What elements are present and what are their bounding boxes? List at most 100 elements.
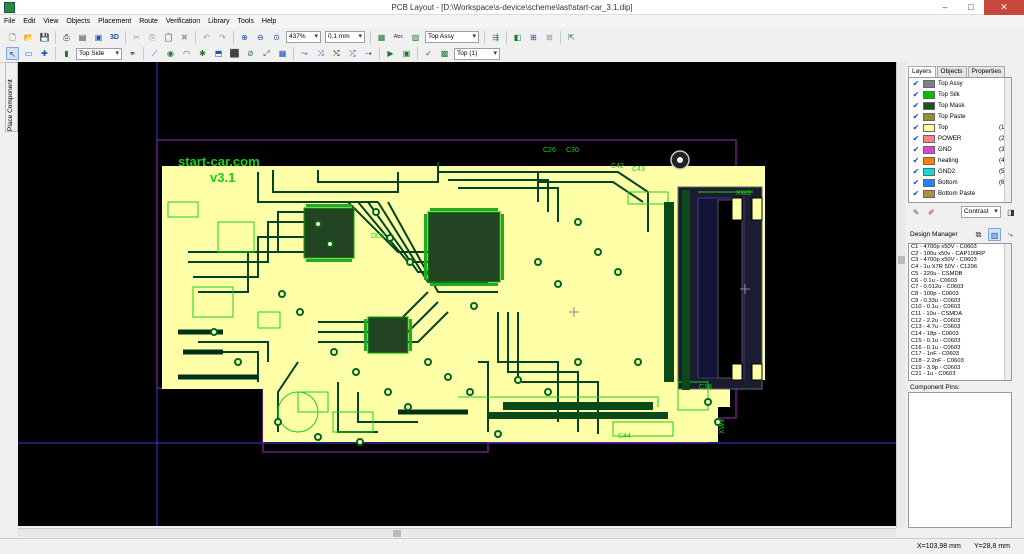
layer-color-swatch[interactable] [923,112,935,121]
checkmark-icon[interactable]: ✔ [911,145,921,154]
component-list-item[interactable]: C3 - 4700p x50V - C0603 [909,257,1011,264]
cross-icon[interactable]: ⊠ [543,31,556,44]
pad-tool-icon[interactable]: ✱ [196,47,209,60]
length-icon[interactable]: ⇢ [362,47,375,60]
component-list-item[interactable]: C9 - 0.33u - C0603 [909,298,1011,305]
horizontal-scrollbar[interactable] [18,528,896,537]
dm-link-icon[interactable]: ⤷ [1004,228,1017,241]
zoom-out-icon[interactable]: ⊖ [254,31,267,44]
component-list-item[interactable]: C13 - 4.7u - C0603 [909,324,1011,331]
menu-tools[interactable]: Tools [234,15,258,28]
component-list-item[interactable]: C7 - 0.012u - C0603 [909,284,1011,291]
component-list-item[interactable]: C21 - 1u - C0603 [909,371,1011,378]
close-button[interactable]: ✕ [984,0,1024,15]
array-tool-icon[interactable]: ▦ [276,47,289,60]
component-list-item[interactable]: C16 - 0.1u - C0603 [909,345,1011,352]
undo-icon[interactable]: ↶ [200,31,213,44]
layer-row[interactable]: ✔ Top Silk [909,89,1011,100]
layer-color-swatch[interactable] [923,134,935,143]
select-tool-icon[interactable]: ↖ [6,47,19,60]
picture-icon[interactable]: ▨ [409,31,422,44]
text-tool-button[interactable]: Abc [391,31,406,44]
layer-row[interactable]: ✔ GND (3) [909,144,1011,155]
component-list-item[interactable]: C1 - 4700p x50V - C0603 [909,244,1011,251]
layers-icon[interactable]: ◧ [511,31,524,44]
side-icon[interactable]: ▮ [60,47,73,60]
layer-color-swatch[interactable] [923,101,935,110]
vscroll-thumb[interactable] [898,256,905,264]
layer-props-icon[interactable]: ▦ [375,31,388,44]
binoculars-icon[interactable]: ⚭ [126,47,139,60]
component-tool-icon[interactable]: ▭ [22,47,35,60]
pcb-board-view[interactable]: start-car.com v3.1 C42 C43 XW2 DD2 XW1 C… [18,62,896,526]
delete-icon[interactable]: ✖ [178,31,191,44]
page-setup-icon[interactable]: ▤ [76,31,89,44]
layer-list-scrollbar[interactable] [1004,78,1011,202]
grid-select[interactable]: 0,1 mm [325,31,365,43]
route-diff-icon[interactable]: ⤨ [314,47,327,60]
run-icon[interactable]: ▶ [384,47,397,60]
autoroute-icon[interactable]: ⤭ [330,47,343,60]
optimize-icon[interactable]: ⤮ [346,47,359,60]
layer-color-swatch[interactable] [923,189,935,198]
layer-color-swatch[interactable] [923,90,935,99]
checkmark-icon[interactable]: ✔ [911,134,921,143]
via-tool-icon[interactable]: ◉ [164,47,177,60]
checkmark-icon[interactable]: ✔ [911,167,921,176]
checkmark-icon[interactable]: ✔ [911,156,921,165]
maximize-button[interactable]: □ [958,0,984,15]
view-2d-icon[interactable]: ▣ [92,31,105,44]
checkmark-icon[interactable]: ✔ [911,90,921,99]
layer-row[interactable]: ✔ heating (4) [909,155,1011,166]
pcb-canvas[interactable]: start-car.com v3.1 C42 C43 XW2 DD2 XW1 C… [18,62,896,526]
open-file-icon[interactable]: 📂 [22,31,35,44]
vertical-scrollbar[interactable] [896,62,905,528]
zoom-in-icon[interactable]: ⊕ [238,31,251,44]
menu-library[interactable]: Library [204,15,233,28]
component-list-item[interactable]: C8 - 100p - C0603 [909,291,1011,298]
new-file-icon[interactable]: 🗋 [6,31,19,44]
checkmark-icon[interactable]: ✔ [911,112,921,121]
keepout-tool-icon[interactable]: ⊘ [244,47,257,60]
layer-row[interactable]: ✔ Top Mask [909,100,1011,111]
layer-row[interactable]: ✔ POWER (2) [909,133,1011,144]
dm-net-icon[interactable]: ▥ [988,227,1001,241]
top-layer-select[interactable]: Top (1) [454,47,500,60]
layer-erase-icon[interactable]: ✐ [925,206,937,219]
menu-view[interactable]: View [39,15,62,28]
layer-row[interactable]: ✔ Bottom Paste [909,188,1011,199]
cut-icon[interactable]: ✂ [130,31,143,44]
component-list-item[interactable]: C14 - 18p - C0603 [909,331,1011,338]
route-icon[interactable]: ⇶ [489,31,502,44]
view-3d-button[interactable]: 3D [108,31,121,44]
component-list-item[interactable]: C2 - 100u x50v - CAP100RP [909,251,1011,258]
checkmark-icon[interactable]: ✔ [911,123,921,132]
export-icon[interactable]: ⇱ [565,31,578,44]
trace-tool-icon[interactable]: ⟋ [148,47,161,60]
arc-tool-icon[interactable]: ◠ [180,47,193,60]
layer-color-swatch[interactable] [923,178,935,187]
component-list-item[interactable]: C5 - 220u - CSMDB [909,271,1011,278]
measure-tool-icon[interactable]: ⤢ [260,47,273,60]
layer-row[interactable]: ✔ Bottom (6) [909,177,1011,188]
copper-tool-icon[interactable]: ⬛ [228,47,241,60]
layer-settings-icon[interactable]: ◨ [1005,206,1017,219]
menu-placement[interactable]: Placement [94,15,135,28]
save-icon[interactable]: 💾 [38,31,51,44]
drc-icon[interactable]: ✓ [422,47,435,60]
component-list-item[interactable]: C10 - 0.1u - C0603 [909,304,1011,311]
checkmark-icon[interactable]: ✔ [911,178,921,187]
paste-icon[interactable]: 📋 [162,31,175,44]
dm-component-icon[interactable]: ⧉ [972,228,985,241]
layer-pick-icon[interactable]: ✎ [910,206,922,219]
component-list-item[interactable]: C4 - 1u X7R 50V - C1206 [909,264,1011,271]
component-list-scrollbar[interactable] [1004,244,1011,380]
component-list-item[interactable]: C11 - 10u - CSMDA [909,311,1011,318]
component-list-item[interactable]: C18 - 2.2nF - C0603 [909,358,1011,365]
grid-icon[interactable]: ⊞ [527,31,540,44]
tab-properties[interactable]: Properties [967,66,1006,77]
menu-help[interactable]: Help [258,15,280,28]
checkmark-icon[interactable]: ✔ [911,79,921,88]
place-component-tab[interactable]: Place Component [5,62,18,132]
menu-edit[interactable]: Edit [19,15,39,28]
